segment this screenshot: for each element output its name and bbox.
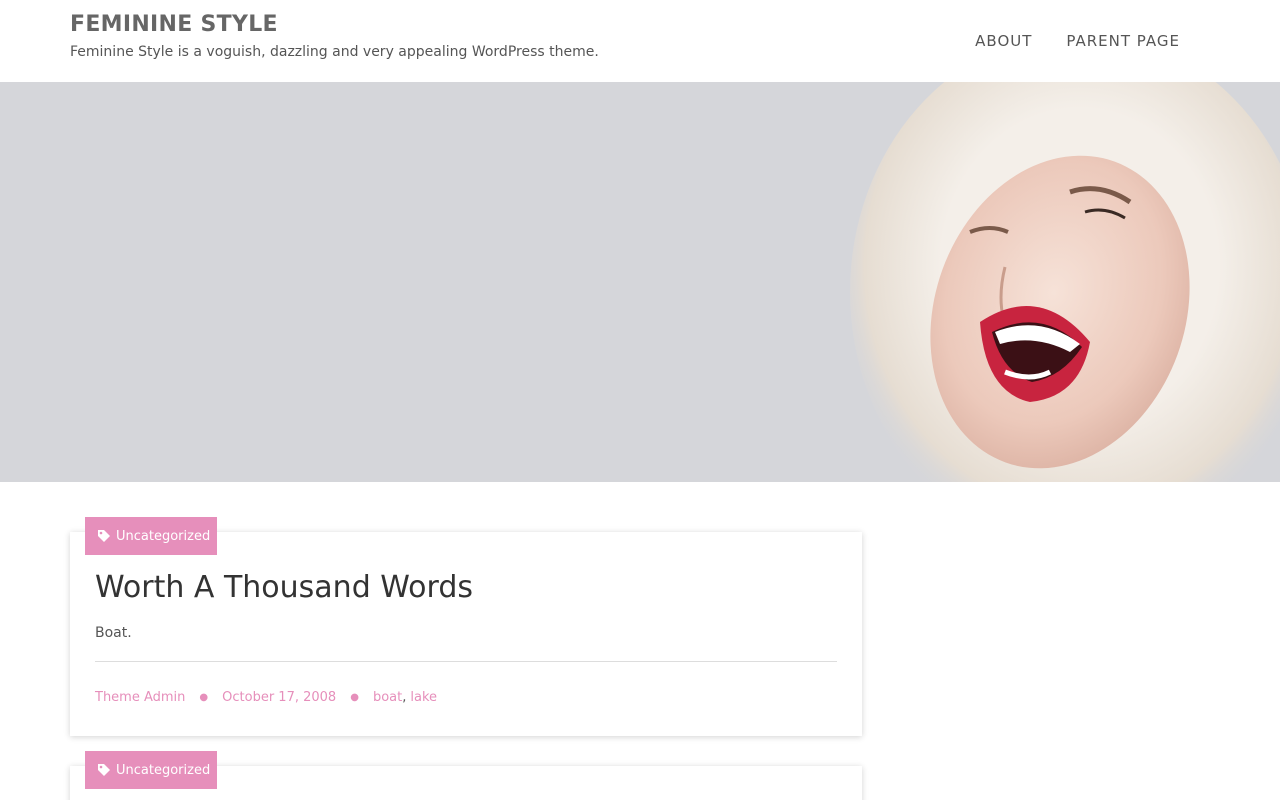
post-tag-link[interactable]: lake <box>410 690 437 705</box>
tag-icon <box>98 530 110 542</box>
post-excerpt: Boat. <box>95 625 132 641</box>
post-date-link[interactable]: October 17, 2008 <box>222 690 336 705</box>
post-card <box>70 532 862 736</box>
site-description: Feminine Style is a voguish, dazzling an… <box>70 44 599 60</box>
nav-item-parent-page[interactable]: PARENT PAGE <box>1066 32 1180 50</box>
category-badge[interactable]: Uncategorized <box>85 517 217 555</box>
nav-item-about[interactable]: ABOUT <box>975 32 1032 50</box>
tag-separator: , <box>402 690 407 705</box>
meta-separator-dot: ● <box>350 692 359 703</box>
hero-photo-woman-fur-hood <box>850 82 1280 482</box>
hero-banner-image <box>0 82 1280 482</box>
post-meta: Theme Admin ● October 17, 2008 ● boat , … <box>95 690 437 705</box>
category-badge[interactable]: Uncategorized <box>85 751 217 789</box>
post-divider <box>95 661 837 662</box>
main-navigation: ABOUT PARENT PAGE <box>975 32 1180 50</box>
post-tag-link[interactable]: boat <box>373 690 402 705</box>
site-title[interactable]: FEMININE STYLE <box>70 12 278 37</box>
post-author-link[interactable]: Theme Admin <box>95 690 185 705</box>
category-label: Uncategorized <box>116 762 211 778</box>
post-title[interactable]: Worth A Thousand Words <box>95 570 473 605</box>
tag-icon <box>98 764 110 776</box>
category-label: Uncategorized <box>116 528 211 544</box>
site-header: FEMININE STYLE Feminine Style is a vogui… <box>0 0 1280 82</box>
meta-separator-dot: ● <box>199 692 209 703</box>
